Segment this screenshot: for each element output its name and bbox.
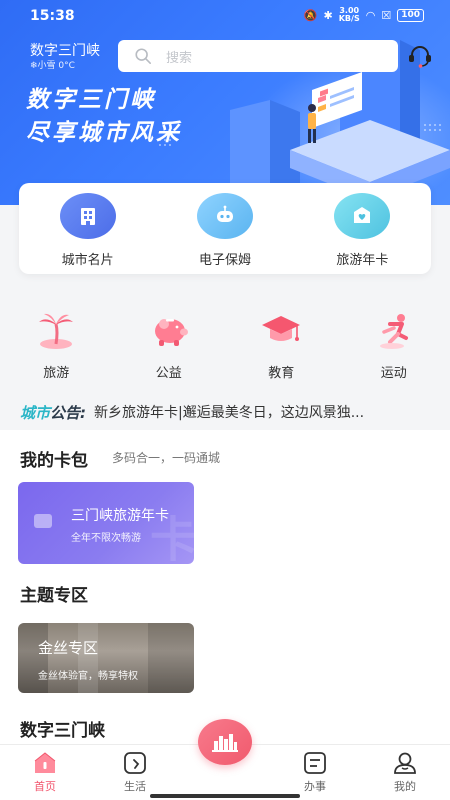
- home-icon: [34, 752, 56, 773]
- theme-card-title: 金丝专区: [38, 639, 99, 657]
- mute-icon: 🔕: [303, 8, 318, 22]
- city-skyline-icon: [212, 734, 238, 752]
- quick-action-label: 电子保姆: [198, 253, 251, 268]
- status-icons: 🔕 ✱ 3.00 KB/S ◠ ☒ 100: [304, 7, 424, 23]
- search-placeholder: 搜索: [166, 50, 193, 66]
- quick-e-nanny[interactable]: 电子保姆: [156, 183, 293, 274]
- battery-indicator: 100: [397, 8, 424, 22]
- nav-label: 我的: [394, 780, 416, 793]
- status-bar: 15:38 🔕 ✱ 3.00 KB/S ◠ ☒ 100: [0, 0, 450, 32]
- banner-subtitle: 尽享城市风采: [26, 120, 182, 146]
- category-charity[interactable]: 公益: [113, 308, 226, 381]
- card-icon: [34, 514, 52, 528]
- category-label: 教育: [268, 366, 295, 381]
- shop-decor: [78, 623, 98, 693]
- category-row: 旅游 公益 教育 运动: [0, 308, 450, 381]
- banner-title: 数字三门峡: [26, 87, 156, 113]
- shop-decor: [18, 623, 48, 693]
- category-label: 公益: [155, 366, 182, 381]
- quick-actions-card: 城市名片 电子保姆 旅游年卡: [19, 183, 431, 274]
- notice-tag-a: 城市: [20, 403, 51, 422]
- graduation-cap-icon: [262, 316, 301, 341]
- palm-tree-icon: [39, 313, 74, 349]
- weather-info: ❄小雪 0°C: [30, 61, 75, 71]
- digital-title: 数字三门峡: [20, 721, 105, 741]
- category-education[interactable]: 教育: [225, 308, 338, 381]
- city-center-button[interactable]: [198, 719, 252, 765]
- wallet-title: 我的卡包: [20, 451, 88, 471]
- search-icon: [135, 48, 152, 65]
- home-indicator: [150, 794, 300, 798]
- nav-label: 办事: [304, 780, 326, 793]
- nav-label: 生活: [124, 780, 146, 793]
- robot-icon: [196, 193, 253, 239]
- theme-title: 主题专区: [20, 586, 88, 606]
- travel-card[interactable]: 卡 三门峡旅游年卡 全年不限次畅游: [18, 482, 194, 564]
- service-list-icon: [304, 752, 326, 774]
- wifi-icon: ◠: [365, 8, 376, 22]
- category-sports[interactable]: 运动: [338, 308, 450, 381]
- hero-banner: 15:38 🔕 ✱ 3.00 KB/S ◠ ☒ 100 数字三门峡 ❄小雪 0°…: [0, 0, 450, 205]
- quick-city-card[interactable]: 城市名片: [19, 183, 156, 274]
- piggy-bank-icon: [154, 319, 188, 346]
- city-name[interactable]: 数字三门峡: [30, 40, 100, 60]
- network-speed: 3.00 KB/S: [339, 7, 360, 23]
- city-notice[interactable]: 城市公告: 新乡旅游年卡|邂逅最美冬日，这边风景独...: [0, 400, 450, 424]
- category-label: 旅游: [43, 366, 70, 381]
- theme-card-jinsi[interactable]: 金丝专区 金丝体验官，畅享特权: [18, 623, 194, 693]
- bluetooth-icon: ✱: [323, 8, 333, 22]
- nav-service[interactable]: 办事: [285, 751, 345, 794]
- wallet-subtitle: 多码合一，一码通城: [112, 451, 221, 465]
- network-speed-unit: KB/S: [338, 14, 360, 23]
- nav-label: 首页: [34, 780, 56, 793]
- quick-travel-card[interactable]: 旅游年卡: [294, 183, 431, 274]
- notice-text: 新乡旅游年卡|邂逅最美冬日，这边风景独...: [94, 405, 365, 421]
- travel-card-subtitle: 全年不限次畅游: [71, 533, 141, 544]
- building-icon: [59, 193, 116, 239]
- nav-life[interactable]: 生活: [105, 751, 165, 794]
- category-label: 运动: [380, 366, 407, 381]
- category-travel[interactable]: 旅游: [0, 308, 113, 381]
- nav-home[interactable]: 首页: [15, 751, 75, 794]
- life-icon: [124, 752, 146, 774]
- quick-action-label: 旅游年卡: [336, 253, 389, 268]
- status-time: 15:38: [30, 8, 75, 24]
- search-input[interactable]: 搜索: [118, 40, 398, 72]
- theme-card-subtitle: 金丝体验官，畅享特权: [38, 671, 138, 682]
- quick-action-label: 城市名片: [61, 253, 114, 268]
- shop-decor: [148, 623, 194, 693]
- travel-card-title: 三门峡旅游年卡: [71, 508, 169, 524]
- nav-profile[interactable]: 我的: [375, 751, 435, 794]
- profile-icon: [394, 752, 416, 774]
- card-heart-icon: [334, 193, 391, 239]
- customer-service-icon[interactable]: [406, 42, 434, 70]
- notice-tag: 城市公告:: [20, 402, 86, 423]
- notice-tag-b: 公告:: [50, 403, 87, 422]
- runner-icon: [379, 314, 408, 349]
- sim-icon: ☒: [381, 8, 392, 22]
